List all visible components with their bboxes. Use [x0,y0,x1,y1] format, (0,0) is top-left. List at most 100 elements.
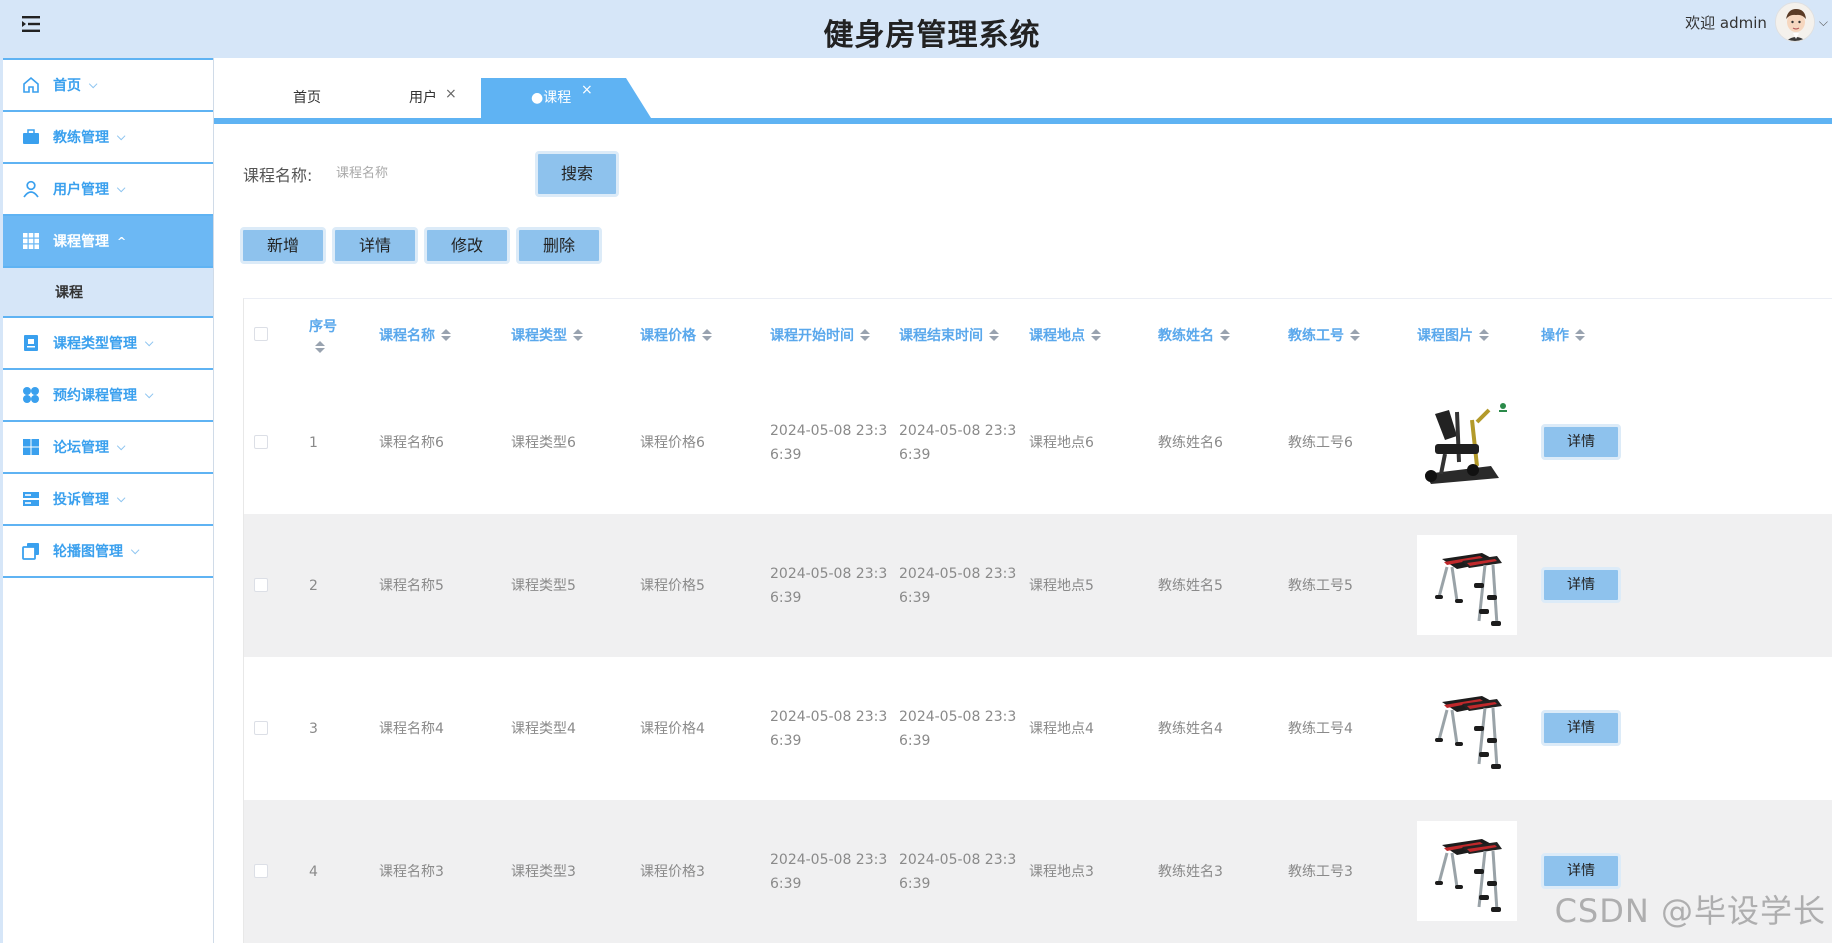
sort-icon[interactable] [702,328,712,342]
sidebar-item-coach[interactable]: 教练管理 ⌵ [3,112,213,164]
column-label: 教练工号 [1288,328,1344,344]
cell-end-time: 2024-05-08 23:36:39 [899,800,1019,943]
row-detail-button[interactable]: 详情 [1541,710,1621,746]
cell-start-time-text: 2024-05-08 23:36:39 [770,565,888,606]
avatar[interactable] [1774,2,1815,42]
equipment-image [1415,533,1519,637]
sort-icon[interactable] [315,340,325,354]
user-menu[interactable]: 欢迎 admin ⌵ [1685,0,1832,44]
sidebar-item-course-types[interactable]: 课程类型管理 ⌵ [3,318,213,370]
column-header-end-time[interactable]: 课程结束时间 [899,299,999,371]
cell-coach-id: 教练工号6 [1288,371,1353,514]
equipment-image [1415,390,1519,494]
chevron-up-icon: ^ [117,234,127,248]
cell-course-type-text: 课程类型5 [511,577,576,594]
tab-courses[interactable]: ●课程 × [481,78,651,118]
tab-home[interactable]: 首页 [293,78,321,118]
column-label: 课程图片 [1417,328,1473,344]
table-row[interactable]: 3 课程名称4 课程类型4 课程价格4 2024-05-08 23:36:39 2024-… [244,657,1832,800]
column-header-actions[interactable]: 操作 [1541,299,1585,371]
user-icon [21,179,41,199]
cell-start-time-text: 2024-05-08 23:36:39 [770,708,888,749]
sidebar-item-label: 用户管理 [53,182,109,198]
sort-icon[interactable] [1350,328,1360,342]
add-button[interactable]: 新增 [240,227,326,264]
welcome-text: 欢迎 admin [1685,13,1767,32]
equipment-image [1415,676,1519,780]
cell-coach-name-text: 教练姓名3 [1158,863,1223,880]
column-header-image[interactable]: 课程图片 [1417,299,1489,371]
cell-course-name: 课程名称4 [379,657,444,800]
table-row[interactable]: 1 课程名称6 课程类型6 课程价格6 2024-05-08 23:36:39 2024-… [244,371,1832,514]
tab-label: ●课程 [531,90,572,106]
sidebar-item-complaints[interactable]: 投诉管理 ⌵ [3,474,213,526]
row-checkbox[interactable] [254,578,268,592]
course-name-search-input[interactable] [336,156,526,190]
cell-course-name: 课程名称5 [379,514,444,657]
detail-button[interactable]: 详情 [332,227,418,264]
sort-icon[interactable] [860,328,870,342]
cell-place-text: 课程地点4 [1029,720,1094,737]
sidebar-item-label: 论坛管理 [53,440,109,456]
sort-icon[interactable] [1220,328,1230,342]
sidebar-item-users[interactable]: 用户管理 ⌵ [3,164,213,216]
close-icon[interactable]: × [581,82,593,98]
column-header-name[interactable]: 课程名称 [379,299,451,371]
row-detail-button[interactable]: 详情 [1541,567,1621,603]
chevron-down-icon: ⌵ [117,130,126,143]
column-header-index[interactable]: 序号 [309,299,337,371]
table-row[interactable]: 2 课程名称5 课程类型5 课程价格5 2024-05-08 23:36:39 2024-… [244,514,1832,657]
sort-icon[interactable] [1091,328,1101,342]
tab-users[interactable]: 用户 × [409,78,457,118]
select-all-checkbox[interactable] [254,327,268,341]
cell-course-price: 课程价格5 [640,514,705,657]
sidebar-item-label: 轮播图管理 [53,544,123,560]
close-icon[interactable]: × [445,86,457,102]
row-checkbox[interactable] [254,864,268,878]
sort-icon[interactable] [441,328,451,342]
sidebar-item-bookings[interactable]: 预约课程管理 ⌵ [3,370,213,422]
cell-coach-name-text: 教练姓名6 [1158,434,1223,451]
delete-button[interactable]: 删除 [516,227,602,264]
column-header-coach-id[interactable]: 教练工号 [1288,299,1360,371]
cell-start-time: 2024-05-08 23:36:39 [770,371,890,514]
cell-coach-name-text: 教练姓名5 [1158,577,1223,594]
tab-label: 首页 [293,90,321,106]
sort-icon[interactable] [1479,328,1489,342]
sort-icon[interactable] [1575,328,1585,342]
column-label: 课程类型 [511,328,567,344]
sidebar-subitem-course[interactable]: 课程 [3,268,213,318]
row-detail-button[interactable]: 详情 [1541,424,1621,460]
sidebar-item-label: 课程管理 [53,234,109,250]
row-checkbox[interactable] [254,721,268,735]
sidebar-item-carousel[interactable]: 轮播图管理 ⌵ [3,526,213,578]
cell-course-type: 课程类型3 [511,800,576,943]
search-button[interactable]: 搜索 [535,151,619,197]
sort-icon[interactable] [573,328,583,342]
card-icon [21,333,41,353]
chevron-down-icon[interactable]: ⌵ [1819,15,1828,30]
sidebar-item-label: 课程类型管理 [53,336,137,352]
tab-bar: 首页 用户 × ●课程 × [214,58,1832,124]
sidebar-item-courses[interactable]: 课程管理 ^ [3,216,213,268]
column-header-place[interactable]: 课程地点 [1029,299,1101,371]
column-header-start-time[interactable]: 课程开始时间 [770,299,870,371]
cell-course-price-text: 课程价格3 [640,863,705,880]
sidebar-item-forum[interactable]: 论坛管理 ⌵ [3,422,213,474]
column-label: 课程结束时间 [899,328,983,344]
cell-coach-id-text: 教练工号3 [1288,863,1353,880]
column-header-type[interactable]: 课程类型 [511,299,583,371]
row-detail-button[interactable]: 详情 [1541,853,1621,889]
column-header-price[interactable]: 课程价格 [640,299,712,371]
edit-button[interactable]: 修改 [424,227,510,264]
cell-index-text: 3 [309,720,318,737]
row-checkbox[interactable] [254,435,268,449]
sidebar-item-home[interactable]: 首页 ⌵ [3,60,213,112]
column-label: 课程价格 [640,328,696,344]
cell-course-type-text: 课程类型3 [511,863,576,880]
cell-course-price-text: 课程价格5 [640,577,705,594]
column-header-coach-name[interactable]: 教练姓名 [1158,299,1230,371]
cell-end-time-text: 2024-05-08 23:36:39 [899,565,1017,606]
sort-icon[interactable] [989,328,999,342]
chevron-down-icon: ⌵ [145,388,154,401]
